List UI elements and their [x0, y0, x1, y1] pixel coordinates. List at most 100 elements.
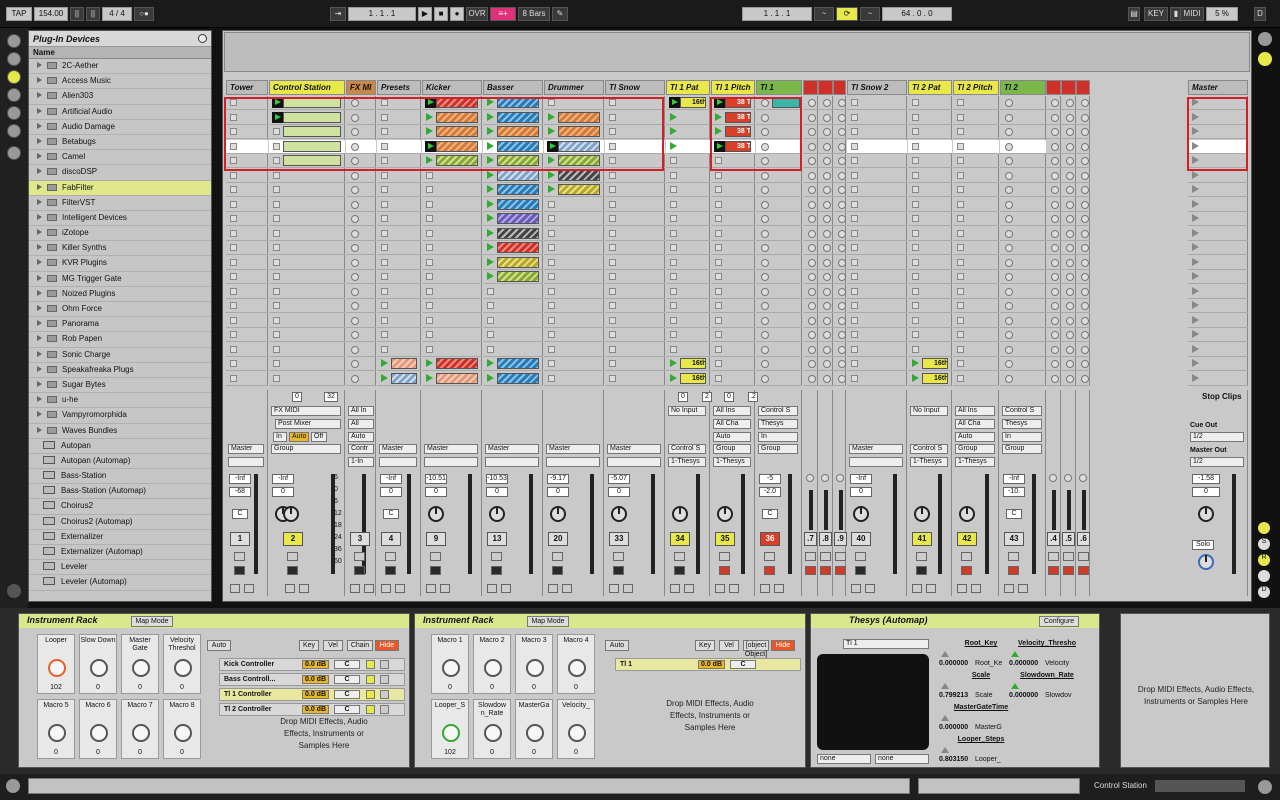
clip-record-icon[interactable] — [351, 345, 359, 354]
clip-slot[interactable] — [605, 256, 665, 270]
clip[interactable] — [436, 97, 478, 108]
clip-record-icon[interactable] — [351, 157, 359, 165]
clip-slot[interactable] — [833, 285, 846, 299]
clip-record-icon[interactable] — [1051, 99, 1059, 107]
clip-slot[interactable] — [377, 183, 421, 197]
scene-slot[interactable] — [1188, 183, 1248, 197]
clip-stop-icon[interactable] — [957, 258, 964, 266]
clip-slot[interactable] — [422, 328, 482, 342]
clip-slot[interactable] — [803, 183, 818, 197]
clip-stop-icon[interactable] — [273, 229, 280, 237]
browser-item[interactable]: discoDSP — [29, 165, 211, 181]
clip-stop-icon[interactable] — [426, 258, 433, 266]
clip-slot[interactable] — [269, 169, 345, 183]
monitor-off-button[interactable]: Off — [311, 432, 327, 442]
clip-record-icon[interactable] — [1005, 374, 1013, 383]
clip-slot[interactable] — [226, 139, 268, 154]
clip-slot[interactable] — [269, 183, 345, 197]
clip-slot[interactable] — [226, 154, 268, 168]
clip-stop-icon[interactable] — [912, 273, 919, 280]
clip-slot[interactable] — [1046, 212, 1061, 226]
clip-slot[interactable] — [422, 357, 482, 371]
rack-1-auto-button[interactable]: Auto — [207, 640, 231, 651]
clip-stop-icon[interactable] — [273, 215, 280, 222]
input-channel-select[interactable]: Thesys — [758, 419, 798, 429]
file-browser-3-icon[interactable] — [7, 124, 21, 138]
clip-slot[interactable] — [1076, 111, 1090, 125]
clip-record-icon[interactable] — [1081, 360, 1089, 368]
quantization-select[interactable]: 8 Bars — [518, 7, 550, 21]
solo-button[interactable] — [234, 552, 245, 561]
solo-button[interactable] — [835, 552, 846, 561]
clip-slot[interactable] — [818, 372, 833, 386]
scene-launch-icon[interactable] — [1192, 286, 1199, 295]
clip-slot[interactable] — [544, 183, 604, 197]
clip-slot[interactable] — [483, 198, 543, 212]
clip-slot[interactable] — [1061, 169, 1076, 183]
clip-slot[interactable] — [847, 139, 907, 154]
clip[interactable] — [283, 155, 341, 166]
scene-launch-icon[interactable] — [1192, 98, 1199, 106]
clip-slot[interactable] — [711, 227, 755, 241]
clip-slot[interactable] — [908, 343, 952, 357]
clip-slot[interactable] — [908, 154, 952, 168]
pan-knob[interactable] — [959, 506, 975, 522]
clip-slot[interactable] — [1000, 96, 1046, 110]
thesys-param-slider-icon[interactable] — [941, 747, 949, 753]
clip-stop-icon[interactable] — [609, 258, 616, 266]
clip-slot[interactable] — [666, 256, 710, 270]
scene-slot[interactable] — [1188, 357, 1248, 371]
clip-slot[interactable] — [346, 212, 376, 226]
clip-slot[interactable] — [833, 314, 846, 328]
arm-button[interactable] — [613, 566, 624, 575]
rack-1-hide-button[interactable]: Hide — [375, 640, 399, 651]
scene-launch-icon[interactable] — [1192, 141, 1199, 150]
clip-stop-icon[interactable] — [381, 157, 388, 164]
clip-record-icon[interactable] — [761, 142, 769, 151]
browser-item[interactable]: Intelligent Devices — [29, 211, 211, 227]
clip-slot[interactable] — [544, 212, 604, 226]
clip-slot[interactable] — [1076, 212, 1090, 226]
clip-launch-icon[interactable] — [487, 170, 494, 179]
pan-knob[interactable] — [853, 506, 869, 522]
clip-slot[interactable] — [847, 270, 907, 284]
clip-stop-icon[interactable] — [230, 331, 237, 338]
scene-launch-icon[interactable] — [1192, 228, 1199, 237]
clip-slot[interactable] — [346, 299, 376, 313]
browser-item[interactable]: Vampyromorphida — [29, 408, 211, 424]
thesys-param-value[interactable]: 0.000000 — [1009, 660, 1038, 667]
clip-slot[interactable] — [605, 154, 665, 168]
clip-stop-icon[interactable] — [912, 171, 919, 179]
arm-button[interactable] — [916, 566, 927, 575]
clip[interactable] — [497, 169, 539, 181]
clip-stop-icon[interactable] — [715, 171, 722, 179]
clip-slot[interactable] — [483, 372, 543, 386]
clip-slot[interactable] — [756, 198, 802, 212]
clip-record-icon[interactable] — [351, 171, 359, 180]
clip-slot[interactable] — [953, 372, 999, 386]
clip-launch-icon[interactable] — [715, 112, 722, 121]
scene-launch-icon[interactable] — [1192, 127, 1199, 135]
output-type-select[interactable]: Master — [228, 444, 264, 454]
clip-stop-icon[interactable] — [230, 215, 237, 222]
macro-knob-box[interactable]: Macro 80 — [163, 699, 201, 759]
track-pan[interactable]: C — [1006, 509, 1022, 519]
pan-knob[interactable] — [550, 506, 566, 522]
clip-stop-icon[interactable] — [715, 258, 722, 266]
clip-launch-icon[interactable] — [714, 140, 725, 152]
clip-launch-icon[interactable] — [912, 373, 919, 382]
expand-arrow-icon[interactable] — [37, 259, 42, 266]
clip-record-icon[interactable] — [808, 113, 816, 122]
clip-stop-icon[interactable] — [851, 128, 858, 135]
clip-record-icon[interactable] — [838, 302, 846, 310]
clip-stop-icon[interactable] — [609, 215, 616, 222]
monitor-select[interactable]: In — [758, 432, 798, 442]
clip-slot[interactable] — [1061, 314, 1076, 328]
arm-button[interactable] — [764, 566, 775, 575]
stop-clips-label[interactable]: Stop Clips — [1202, 392, 1242, 401]
clip-slot[interactable] — [666, 212, 710, 226]
clip-record-icon[interactable] — [1051, 287, 1059, 296]
clip-slot[interactable] — [377, 256, 421, 270]
chain-speaker-icon[interactable] — [366, 690, 375, 699]
expand-arrow-icon[interactable] — [37, 62, 42, 68]
